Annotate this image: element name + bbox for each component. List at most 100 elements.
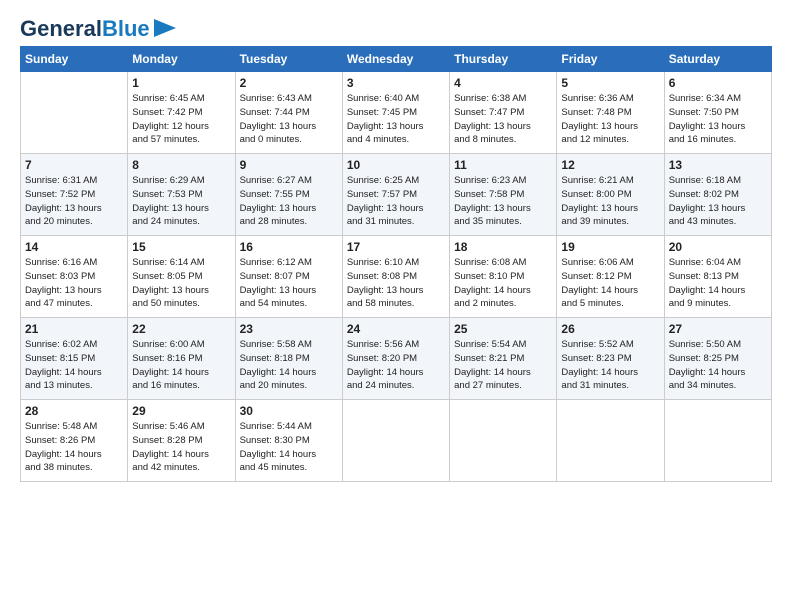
day-info: Sunrise: 6:36 AMSunset: 7:48 PMDaylight:… bbox=[561, 92, 659, 147]
day-cell: 28 Sunrise: 5:48 AMSunset: 8:26 PMDayligh… bbox=[21, 400, 128, 482]
day-cell bbox=[21, 72, 128, 154]
day-cell: 10 Sunrise: 6:25 AMSunset: 7:57 PMDayligh… bbox=[342, 154, 449, 236]
day-number: 14 bbox=[25, 240, 123, 254]
day-info: Sunrise: 6:34 AMSunset: 7:50 PMDaylight:… bbox=[669, 92, 767, 147]
day-number: 22 bbox=[132, 322, 230, 336]
day-info: Sunrise: 6:02 AMSunset: 8:15 PMDaylight:… bbox=[25, 338, 123, 393]
weekday-header-thursday: Thursday bbox=[450, 47, 557, 72]
day-info: Sunrise: 6:00 AMSunset: 8:16 PMDaylight:… bbox=[132, 338, 230, 393]
day-info: Sunrise: 5:48 AMSunset: 8:26 PMDaylight:… bbox=[25, 420, 123, 475]
weekday-header-friday: Friday bbox=[557, 47, 664, 72]
day-cell: 2 Sunrise: 6:43 AMSunset: 7:44 PMDaylight… bbox=[235, 72, 342, 154]
day-number: 3 bbox=[347, 76, 445, 90]
week-row-5: 28 Sunrise: 5:48 AMSunset: 8:26 PMDayligh… bbox=[21, 400, 772, 482]
day-number: 11 bbox=[454, 158, 552, 172]
day-number: 27 bbox=[669, 322, 767, 336]
day-info: Sunrise: 6:45 AMSunset: 7:42 PMDaylight:… bbox=[132, 92, 230, 147]
day-cell: 27 Sunrise: 5:50 AMSunset: 8:25 PMDayligh… bbox=[664, 318, 771, 400]
day-info: Sunrise: 6:25 AMSunset: 7:57 PMDaylight:… bbox=[347, 174, 445, 229]
day-cell: 9 Sunrise: 6:27 AMSunset: 7:55 PMDaylight… bbox=[235, 154, 342, 236]
day-cell: 21 Sunrise: 6:02 AMSunset: 8:15 PMDayligh… bbox=[21, 318, 128, 400]
day-number: 7 bbox=[25, 158, 123, 172]
logo-arrow-icon bbox=[154, 19, 176, 37]
day-number: 6 bbox=[669, 76, 767, 90]
day-number: 18 bbox=[454, 240, 552, 254]
day-number: 23 bbox=[240, 322, 338, 336]
page: GeneralBlue SundayMondayTuesdayWednesday… bbox=[0, 0, 792, 492]
day-info: Sunrise: 5:46 AMSunset: 8:28 PMDaylight:… bbox=[132, 420, 230, 475]
day-info: Sunrise: 6:40 AMSunset: 7:45 PMDaylight:… bbox=[347, 92, 445, 147]
day-cell: 20Sunrise: 6:04 AMSunset: 8:13 PMDayligh… bbox=[664, 236, 771, 318]
day-cell bbox=[450, 400, 557, 482]
day-number: 9 bbox=[240, 158, 338, 172]
day-cell: 7 Sunrise: 6:31 AMSunset: 7:52 PMDaylight… bbox=[21, 154, 128, 236]
week-row-2: 7 Sunrise: 6:31 AMSunset: 7:52 PMDaylight… bbox=[21, 154, 772, 236]
weekday-header-tuesday: Tuesday bbox=[235, 47, 342, 72]
day-cell: 29 Sunrise: 5:46 AMSunset: 8:28 PMDayligh… bbox=[128, 400, 235, 482]
header: GeneralBlue bbox=[20, 18, 772, 40]
day-cell: 3 Sunrise: 6:40 AMSunset: 7:45 PMDaylight… bbox=[342, 72, 449, 154]
day-info: Sunrise: 5:50 AMSunset: 8:25 PMDaylight:… bbox=[669, 338, 767, 393]
day-number: 28 bbox=[25, 404, 123, 418]
day-cell bbox=[342, 400, 449, 482]
day-cell: 4Sunrise: 6:38 AMSunset: 7:47 PMDaylight… bbox=[450, 72, 557, 154]
day-info: Sunrise: 6:38 AMSunset: 7:47 PMDaylight:… bbox=[454, 92, 552, 147]
day-number: 5 bbox=[561, 76, 659, 90]
day-number: 30 bbox=[240, 404, 338, 418]
day-number: 29 bbox=[132, 404, 230, 418]
weekday-header-wednesday: Wednesday bbox=[342, 47, 449, 72]
weekday-header-monday: Monday bbox=[128, 47, 235, 72]
day-info: Sunrise: 6:08 AMSunset: 8:10 PMDaylight:… bbox=[454, 256, 552, 311]
day-number: 2 bbox=[240, 76, 338, 90]
week-row-4: 21 Sunrise: 6:02 AMSunset: 8:15 PMDayligh… bbox=[21, 318, 772, 400]
day-cell: 26 Sunrise: 5:52 AMSunset: 8:23 PMDayligh… bbox=[557, 318, 664, 400]
day-info: Sunrise: 6:29 AMSunset: 7:53 PMDaylight:… bbox=[132, 174, 230, 229]
day-number: 19 bbox=[561, 240, 659, 254]
day-number: 20 bbox=[669, 240, 767, 254]
day-cell: 6 Sunrise: 6:34 AMSunset: 7:50 PMDaylight… bbox=[664, 72, 771, 154]
day-number: 15 bbox=[132, 240, 230, 254]
day-info: Sunrise: 6:27 AMSunset: 7:55 PMDaylight:… bbox=[240, 174, 338, 229]
day-number: 25 bbox=[454, 322, 552, 336]
day-cell: 11Sunrise: 6:23 AMSunset: 7:58 PMDayligh… bbox=[450, 154, 557, 236]
day-cell: 18 Sunrise: 6:08 AMSunset: 8:10 PMDayligh… bbox=[450, 236, 557, 318]
day-number: 16 bbox=[240, 240, 338, 254]
day-number: 1 bbox=[132, 76, 230, 90]
day-cell: 25 Sunrise: 5:54 AMSunset: 8:21 PMDayligh… bbox=[450, 318, 557, 400]
day-cell: 14 Sunrise: 6:16 AMSunset: 8:03 PMDayligh… bbox=[21, 236, 128, 318]
logo: GeneralBlue bbox=[20, 18, 176, 40]
day-info: Sunrise: 6:10 AMSunset: 8:08 PMDaylight:… bbox=[347, 256, 445, 311]
logo-text: GeneralBlue bbox=[20, 18, 150, 40]
day-cell: 17 Sunrise: 6:10 AMSunset: 8:08 PMDayligh… bbox=[342, 236, 449, 318]
day-info: Sunrise: 6:14 AMSunset: 8:05 PMDaylight:… bbox=[132, 256, 230, 311]
day-info: Sunrise: 6:16 AMSunset: 8:03 PMDaylight:… bbox=[25, 256, 123, 311]
day-cell: 24Sunrise: 5:56 AMSunset: 8:20 PMDayligh… bbox=[342, 318, 449, 400]
day-number: 12 bbox=[561, 158, 659, 172]
day-cell: 23 Sunrise: 5:58 AMSunset: 8:18 PMDayligh… bbox=[235, 318, 342, 400]
day-info: Sunrise: 6:12 AMSunset: 8:07 PMDaylight:… bbox=[240, 256, 338, 311]
day-info: Sunrise: 6:18 AMSunset: 8:02 PMDaylight:… bbox=[669, 174, 767, 229]
day-number: 13 bbox=[669, 158, 767, 172]
day-cell: 19Sunrise: 6:06 AMSunset: 8:12 PMDayligh… bbox=[557, 236, 664, 318]
day-cell: 30 Sunrise: 5:44 AMSunset: 8:30 PMDayligh… bbox=[235, 400, 342, 482]
week-row-3: 14 Sunrise: 6:16 AMSunset: 8:03 PMDayligh… bbox=[21, 236, 772, 318]
day-number: 17 bbox=[347, 240, 445, 254]
weekday-header-saturday: Saturday bbox=[664, 47, 771, 72]
day-number: 10 bbox=[347, 158, 445, 172]
day-info: Sunrise: 6:21 AMSunset: 8:00 PMDaylight:… bbox=[561, 174, 659, 229]
day-number: 26 bbox=[561, 322, 659, 336]
day-info: Sunrise: 6:43 AMSunset: 7:44 PMDaylight:… bbox=[240, 92, 338, 147]
day-cell: 12 Sunrise: 6:21 AMSunset: 8:00 PMDayligh… bbox=[557, 154, 664, 236]
day-info: Sunrise: 5:54 AMSunset: 8:21 PMDaylight:… bbox=[454, 338, 552, 393]
day-cell: 16 Sunrise: 6:12 AMSunset: 8:07 PMDayligh… bbox=[235, 236, 342, 318]
day-cell bbox=[557, 400, 664, 482]
weekday-header-sunday: Sunday bbox=[21, 47, 128, 72]
day-number: 21 bbox=[25, 322, 123, 336]
day-cell: 22 Sunrise: 6:00 AMSunset: 8:16 PMDayligh… bbox=[128, 318, 235, 400]
day-cell: 5 Sunrise: 6:36 AMSunset: 7:48 PMDaylight… bbox=[557, 72, 664, 154]
day-info: Sunrise: 5:58 AMSunset: 8:18 PMDaylight:… bbox=[240, 338, 338, 393]
day-info: Sunrise: 6:31 AMSunset: 7:52 PMDaylight:… bbox=[25, 174, 123, 229]
day-info: Sunrise: 5:52 AMSunset: 8:23 PMDaylight:… bbox=[561, 338, 659, 393]
day-number: 8 bbox=[132, 158, 230, 172]
day-info: Sunrise: 5:44 AMSunset: 8:30 PMDaylight:… bbox=[240, 420, 338, 475]
